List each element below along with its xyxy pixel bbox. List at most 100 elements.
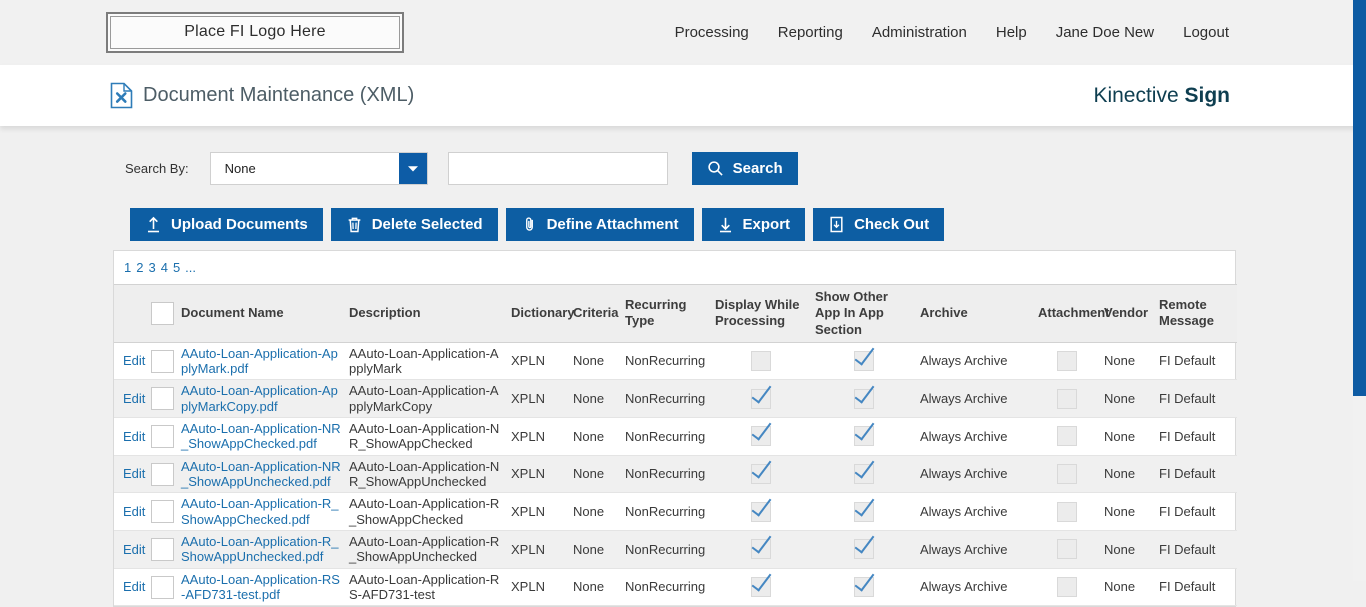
vertical-scrollbar-track[interactable]: [1353, 0, 1366, 581]
display-while-processing-checkbox[interactable]: [751, 426, 771, 446]
table-row: Edit AAuto-Loan-Application-RS-AFD731-tes…: [114, 568, 1237, 606]
attachment-checkbox[interactable]: [1057, 539, 1077, 559]
col-criteria: Criteria: [573, 285, 625, 343]
search-by-dropdown[interactable]: None: [210, 152, 428, 185]
search-by-dropdown-value: None: [211, 161, 256, 176]
select-all-header: [151, 285, 181, 343]
cell-archive: Always Archive: [920, 455, 1038, 493]
edit-link[interactable]: Edit: [123, 466, 145, 481]
document-name-link[interactable]: AAuto-Loan-Application-R_ShowAppUnchecke…: [181, 534, 339, 564]
table-row: Edit AAuto-Loan-Application-R_ShowAppUnch…: [114, 531, 1237, 569]
brand-name: Kinective: [1093, 84, 1178, 107]
page-link-...[interactable]: ...: [185, 260, 196, 275]
select-all-checkbox[interactable]: [151, 302, 174, 325]
cell-description: AAuto-Loan-Application-ApplyMarkCopy: [349, 380, 511, 418]
document-name-link[interactable]: AAuto-Loan-Application-NR_ShowAppUncheck…: [181, 459, 341, 489]
cell-attachment: [1038, 342, 1104, 380]
attachment-checkbox[interactable]: [1057, 502, 1077, 522]
check-out-button[interactable]: Check Out: [813, 208, 944, 241]
vertical-scrollbar-thumb[interactable]: [1353, 0, 1366, 396]
show-other-app-checkbox[interactable]: [854, 539, 874, 559]
trash-icon: [346, 216, 363, 233]
cell-remote-message: FI Default: [1159, 380, 1237, 418]
delete-selected-label: Delete Selected: [372, 216, 483, 233]
cell-display-while-processing: [715, 418, 815, 456]
table-row: Edit AAuto-Loan-Application-ApplyMark.pdf…: [114, 342, 1237, 380]
page-header: Document Maintenance (XML) Kinective Sig…: [0, 65, 1366, 126]
cell-vendor: None: [1104, 418, 1159, 456]
edit-link[interactable]: Edit: [123, 504, 145, 519]
show-other-app-checkbox[interactable]: [854, 426, 874, 446]
search-input[interactable]: [448, 152, 668, 185]
show-other-app-checkbox[interactable]: [854, 389, 874, 409]
cell-description: AAuto-Loan-Application-R_ShowAppChecked: [349, 493, 511, 531]
edit-link[interactable]: Edit: [123, 542, 145, 557]
document-name-link[interactable]: AAuto-Loan-Application-R_ShowAppChecked.…: [181, 496, 339, 526]
document-name-link[interactable]: AAuto-Loan-Application-ApplyMarkCopy.pdf: [181, 383, 338, 413]
cell-archive: Always Archive: [920, 493, 1038, 531]
cell-document-name: AAuto-Loan-Application-R_ShowAppUnchecke…: [181, 531, 349, 569]
cell-archive: Always Archive: [920, 531, 1038, 569]
nav-item-processing[interactable]: Processing: [675, 24, 749, 41]
show-other-app-checkbox[interactable]: [854, 351, 874, 371]
row-checkbox[interactable]: [151, 425, 174, 448]
edit-link[interactable]: Edit: [123, 429, 145, 444]
attachment-checkbox[interactable]: [1057, 577, 1077, 597]
document-name-link[interactable]: AAuto-Loan-Application-RS-AFD731-test.pd…: [181, 572, 340, 602]
cell-archive: Always Archive: [920, 342, 1038, 380]
attachment-checkbox[interactable]: [1057, 389, 1077, 409]
row-checkbox[interactable]: [151, 576, 174, 599]
page-link-4[interactable]: 4: [161, 260, 168, 275]
cell-attachment: [1038, 493, 1104, 531]
col-dictionary: Dictionary: [511, 285, 573, 343]
delete-selected-button[interactable]: Delete Selected: [331, 208, 498, 241]
display-while-processing-checkbox[interactable]: [751, 577, 771, 597]
row-checkbox[interactable]: [151, 387, 174, 410]
display-while-processing-checkbox[interactable]: [751, 464, 771, 484]
attachment-checkbox[interactable]: [1057, 464, 1077, 484]
documents-table-body: Edit AAuto-Loan-Application-ApplyMark.pdf…: [114, 342, 1237, 606]
show-other-app-checkbox[interactable]: [854, 577, 874, 597]
page-link-1[interactable]: 1: [124, 260, 131, 275]
page-link-2[interactable]: 2: [136, 260, 143, 275]
page-link-3[interactable]: 3: [148, 260, 155, 275]
document-name-link[interactable]: AAuto-Loan-Application-NR_ShowAppChecked…: [181, 421, 341, 451]
display-while-processing-checkbox[interactable]: [751, 389, 771, 409]
row-checkbox[interactable]: [151, 463, 174, 486]
nav-item-logout[interactable]: Logout: [1183, 24, 1229, 41]
display-while-processing-checkbox[interactable]: [751, 539, 771, 559]
show-other-app-checkbox[interactable]: [854, 502, 874, 522]
search-button[interactable]: Search: [692, 152, 798, 185]
cell-dictionary: XPLN: [511, 568, 573, 606]
display-while-processing-checkbox[interactable]: [751, 502, 771, 522]
cell-document-name: AAuto-Loan-Application-NR_ShowAppUncheck…: [181, 455, 349, 493]
chevron-down-icon[interactable]: [399, 153, 427, 184]
export-button[interactable]: Export: [702, 208, 806, 241]
nav-item-user[interactable]: Jane Doe New: [1056, 24, 1154, 41]
row-checkbox[interactable]: [151, 500, 174, 523]
cell-display-while-processing: [715, 531, 815, 569]
cell-dictionary: XPLN: [511, 342, 573, 380]
row-checkbox[interactable]: [151, 538, 174, 561]
document-name-link[interactable]: AAuto-Loan-Application-ApplyMark.pdf: [181, 346, 338, 376]
page-link-5[interactable]: 5: [173, 260, 180, 275]
edit-link[interactable]: Edit: [123, 353, 145, 368]
edit-link[interactable]: Edit: [123, 391, 145, 406]
nav-item-administration[interactable]: Administration: [872, 24, 967, 41]
edit-link[interactable]: Edit: [123, 579, 145, 594]
display-while-processing-checkbox[interactable]: [751, 351, 771, 371]
search-icon: [707, 160, 724, 177]
nav-item-help[interactable]: Help: [996, 24, 1027, 41]
table-row: Edit AAuto-Loan-Application-R_ShowAppChec…: [114, 493, 1237, 531]
define-attachment-button[interactable]: Define Attachment: [506, 208, 694, 241]
attachment-checkbox[interactable]: [1057, 351, 1077, 371]
cell-display-while-processing: [715, 380, 815, 418]
cell-criteria: None: [573, 418, 625, 456]
cell-document-name: AAuto-Loan-Application-RS-AFD731-test.pd…: [181, 568, 349, 606]
show-other-app-checkbox[interactable]: [854, 464, 874, 484]
attachment-checkbox[interactable]: [1057, 426, 1077, 446]
cell-dictionary: XPLN: [511, 455, 573, 493]
nav-item-reporting[interactable]: Reporting: [778, 24, 843, 41]
row-checkbox[interactable]: [151, 350, 174, 373]
upload-documents-button[interactable]: Upload Documents: [130, 208, 323, 241]
